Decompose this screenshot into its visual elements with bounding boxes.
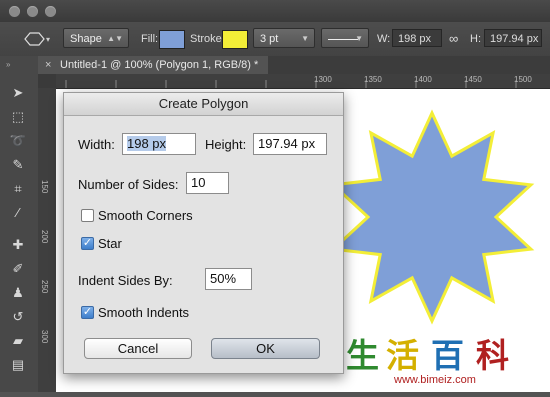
lasso-tool-icon[interactable]: ➰: [9, 132, 27, 150]
watermark-char: 科: [476, 337, 509, 374]
eraser-tool-icon[interactable]: ▰: [9, 332, 27, 350]
stroke-swatch[interactable]: [222, 30, 248, 49]
gradient-tool-icon[interactable]: ▤: [9, 356, 27, 374]
h-label: H:: [470, 33, 481, 45]
create-polygon-dialog: Create Polygon Width: 198 px Height: 197…: [63, 92, 344, 374]
dialog-title: Create Polygon: [64, 93, 343, 116]
stroke-width-dropdown[interactable]: 3 pt ▼: [253, 28, 315, 48]
star-label: Star: [98, 236, 122, 251]
healing-brush-tool-icon[interactable]: ✚: [9, 236, 27, 254]
clone-stamp-tool-icon[interactable]: ♟: [9, 284, 27, 302]
smooth-indents-checkbox[interactable]: ✓: [81, 306, 94, 319]
h-ruler-label: 1300: [314, 75, 332, 84]
mode-dropdown[interactable]: Shape ▲▼: [63, 28, 129, 48]
quick-select-tool-icon[interactable]: ✎: [9, 156, 27, 174]
window-titlebar: [0, 0, 550, 22]
svg-text:▾: ▾: [46, 35, 50, 44]
height-input[interactable]: 197.94 px: [253, 133, 327, 155]
watermark-url: www.bimeiz.com: [394, 374, 476, 386]
h-ruler-label: 1350: [364, 75, 382, 84]
smooth-corners-checkbox[interactable]: [81, 209, 94, 222]
document-tab[interactable]: × Untitled-1 @ 100% (Polygon 1, RGB/8) *: [38, 56, 268, 74]
chevron-updown-icon: ▲▼: [107, 34, 123, 43]
eyedropper-tool-icon[interactable]: ⁄: [9, 204, 27, 222]
polygon-tool-preset-picker[interactable]: ▾: [22, 30, 52, 48]
width-field[interactable]: 198 px: [392, 29, 442, 47]
document-tab-bar: × Untitled-1 @ 100% (Polygon 1, RGB/8) *: [38, 56, 550, 74]
watermark-char: 生: [346, 337, 379, 374]
width-input[interactable]: 198 px: [122, 133, 196, 155]
watermark-char: 百: [431, 337, 464, 374]
close-tab-icon[interactable]: ×: [45, 56, 51, 74]
smooth-corners-label: Smooth Corners: [98, 208, 193, 223]
brush-tool-icon[interactable]: ✐: [9, 260, 27, 278]
v-ruler-label: 150: [40, 180, 49, 194]
h-ruler-label: 1400: [414, 75, 432, 84]
chevron-down-icon: ▼: [301, 34, 309, 43]
polygon-icon: ▾: [24, 32, 50, 46]
height-label: Height:: [205, 137, 247, 152]
star-checkbox[interactable]: ✓: [81, 237, 94, 250]
h-ruler-label: 1450: [464, 75, 482, 84]
sides-label: Number of Sides:: [78, 177, 179, 192]
width-label: Width:: [78, 137, 115, 152]
fill-label: Fill:: [141, 33, 159, 45]
zoom-window-button[interactable]: [45, 6, 56, 17]
stroke-label: Stroke:: [190, 33, 225, 45]
collapse-icon[interactable]: »: [6, 60, 10, 69]
height-field[interactable]: 197.94 px: [484, 29, 542, 47]
toolbox: » ➤ ⬚ ➰ ✎ ⌗ ⁄ ✚ ✐ ♟ ↺ ▰ ▤: [0, 56, 39, 392]
mode-value: Shape: [70, 33, 102, 45]
close-window-button[interactable]: [9, 6, 20, 17]
minimize-window-button[interactable]: [27, 6, 38, 17]
chevron-down-icon: ▼: [355, 34, 363, 43]
document-tab-title: Untitled-1 @ 100% (Polygon 1, RGB/8) *: [60, 59, 259, 71]
fill-swatch[interactable]: [159, 30, 185, 49]
stroke-type-dropdown[interactable]: ▼: [321, 28, 369, 48]
v-ruler-label: 250: [40, 280, 49, 294]
w-label: W:: [377, 33, 391, 45]
smooth-indents-label: Smooth Indents: [98, 305, 190, 320]
sides-input[interactable]: 10: [186, 172, 229, 194]
options-bar: ▾ Shape ▲▼ Fill: Stroke: 3 pt ▼ ▼ W: 198…: [0, 22, 550, 57]
watermark-char: 活: [386, 337, 419, 374]
star-polygon-shape[interactable]: [329, 109, 535, 325]
move-tool-icon[interactable]: ➤: [9, 84, 27, 102]
link-icon[interactable]: ∞: [449, 31, 458, 46]
history-brush-tool-icon[interactable]: ↺: [9, 308, 27, 326]
ruler-corner: [38, 74, 56, 88]
marquee-tool-icon[interactable]: ⬚: [9, 108, 27, 126]
horizontal-ruler: 1300 1350 1400 1450 1500: [56, 74, 550, 89]
v-ruler-label: 200: [40, 230, 49, 244]
vertical-ruler: 150 200 250 300: [38, 88, 57, 392]
indent-input[interactable]: 50%: [205, 268, 252, 290]
width-input-value: 198 px: [127, 136, 167, 151]
line-style-icon: [328, 38, 358, 40]
h-ruler-label: 1500: [514, 75, 532, 84]
indent-label: Indent Sides By:: [78, 273, 173, 288]
stroke-width-value: 3 pt: [260, 33, 279, 45]
cancel-button[interactable]: Cancel: [84, 338, 192, 359]
v-ruler-label: 300: [40, 330, 49, 344]
crop-tool-icon[interactable]: ⌗: [9, 180, 27, 198]
ok-button[interactable]: OK: [211, 338, 320, 359]
